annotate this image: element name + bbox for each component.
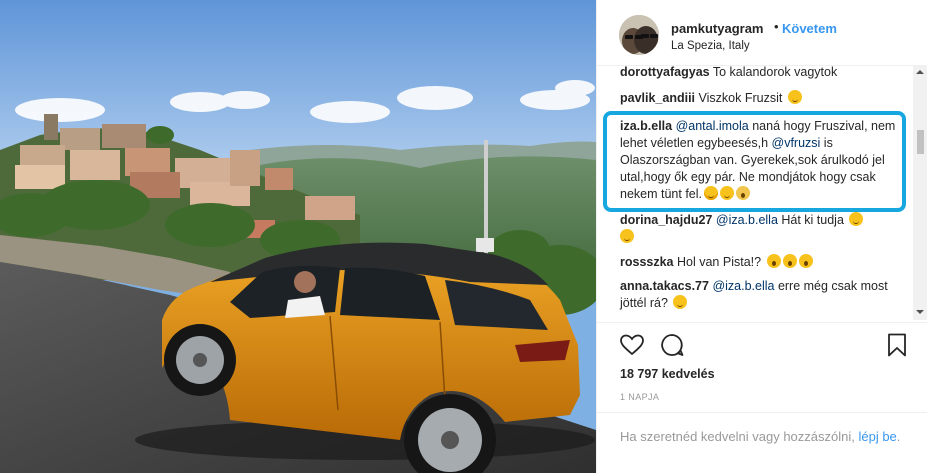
- like-count[interactable]: 18 797 kedvelés: [620, 367, 715, 381]
- comment-author[interactable]: dorina_hajdu27: [620, 213, 712, 227]
- comment-text: Viszkok Fruzsit: [698, 91, 783, 105]
- comment-mention[interactable]: @iza.b.ella: [716, 213, 778, 227]
- comment-mention[interactable]: @vfruzsi: [772, 136, 821, 150]
- comment-text: Hát ki tudja: [777, 213, 844, 227]
- comment-text: To kalandorok vagytok: [712, 66, 838, 79]
- open-mouth-emoji-icon: [782, 254, 797, 268]
- open-mouth-emoji-icon: [798, 254, 813, 268]
- comment-author[interactable]: dorottyafagyas: [620, 66, 710, 79]
- post-side-panel: pamkutyagram • Követem La Spezia, Italy …: [596, 0, 927, 473]
- post-timestamp[interactable]: 1 NAPJA: [620, 392, 659, 402]
- grin-sweat-emoji-icon: [704, 186, 718, 200]
- comment-item-highlighted: iza.b.ella @antal.imola naná hogy Fruszi…: [620, 118, 902, 203]
- login-prompt-text: Ha szeretnéd kedvelni vagy hozzászólni, …: [620, 428, 905, 446]
- comment-author[interactable]: anna.takacs.77: [620, 279, 709, 293]
- login-prompt-suffix: .: [896, 429, 901, 444]
- wink-emoji-icon: [787, 90, 802, 104]
- follow-button[interactable]: Követem: [782, 21, 837, 36]
- comment-bubble-icon[interactable]: [659, 332, 685, 358]
- avatar[interactable]: [619, 15, 659, 55]
- post-photo[interactable]: [0, 0, 596, 473]
- comment-item: pavlik_andiii Viszkok Fruzsit: [620, 90, 910, 107]
- wink-emoji-icon: [720, 186, 734, 200]
- scroll-down-arrow-icon[interactable]: [916, 310, 924, 314]
- comment-mention[interactable]: @antal.imola: [676, 119, 749, 133]
- comment-text: Hol van Pista!?: [677, 255, 762, 269]
- comment-author[interactable]: iza.b.ella: [620, 119, 672, 133]
- comments-scrollbar[interactable]: [913, 66, 927, 320]
- post-username[interactable]: pamkutyagram: [671, 21, 763, 36]
- post-actions-bar: [597, 322, 927, 366]
- login-prompt: Ha szeretnéd kedvelni vagy hozzászólni, …: [597, 412, 927, 473]
- comment-item: dorottyafagyas To kalandorok vagytok: [620, 66, 910, 81]
- comment-item: anna.takacs.77 @iza.b.ella erre még csak…: [620, 278, 890, 312]
- comment-item: dorina_hajdu27 @iza.b.ella Hát ki tudja: [620, 212, 910, 246]
- separator-dot: •: [774, 19, 779, 34]
- comment-author[interactable]: pavlik_andiii: [620, 91, 695, 105]
- photo-scene: [0, 0, 596, 473]
- thinking-emoji-icon: [849, 212, 864, 226]
- post-header: pamkutyagram • Követem La Spezia, Italy: [597, 0, 927, 66]
- bookmark-icon[interactable]: [884, 332, 910, 358]
- dogs-avatar-icon: [619, 15, 659, 55]
- scroll-up-arrow-icon[interactable]: [916, 70, 924, 74]
- hugging-emoji-icon: [620, 229, 634, 243]
- comments-list[interactable]: dorottyafagyas To kalandorok vagytok pav…: [597, 66, 927, 322]
- scream-emoji-icon: [736, 186, 750, 200]
- heart-icon[interactable]: [619, 332, 645, 358]
- comment-mention[interactable]: @iza.b.ella: [712, 279, 774, 293]
- login-prompt-message: Ha szeretnéd kedvelni vagy hozzászólni,: [620, 429, 859, 444]
- thinking-emoji-icon: [673, 295, 688, 309]
- comment-author[interactable]: rossszka: [620, 255, 674, 269]
- scroll-thumb[interactable]: [917, 130, 924, 154]
- login-link[interactable]: lépj be: [858, 429, 896, 444]
- comment-item: rossszka Hol van Pista!?: [620, 254, 910, 271]
- open-mouth-emoji-icon: [766, 254, 781, 268]
- post-location[interactable]: La Spezia, Italy: [671, 40, 750, 52]
